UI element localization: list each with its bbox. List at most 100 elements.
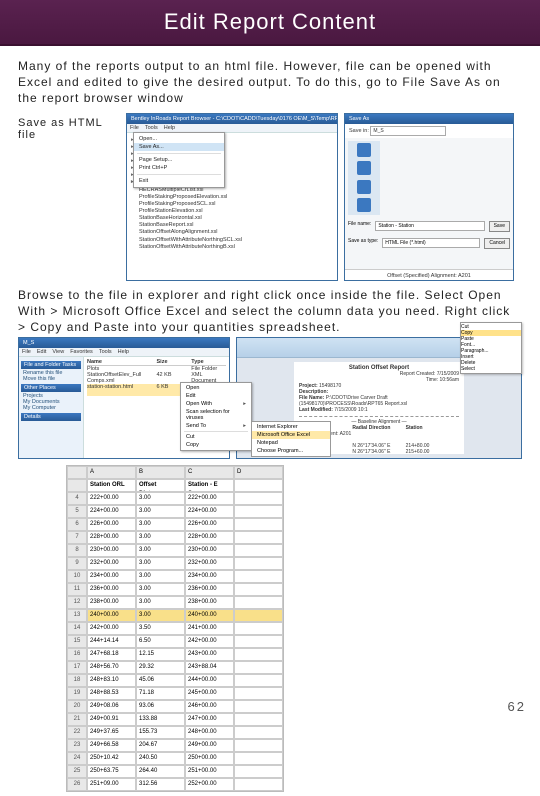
cell-value[interactable]: [234, 726, 283, 739]
cell-value[interactable]: 242+00.00: [87, 622, 136, 635]
cell-value[interactable]: 222+00.00: [185, 492, 234, 505]
cell-value[interactable]: [234, 583, 283, 596]
cell-value[interactable]: 3.00: [136, 531, 185, 544]
cell-value[interactable]: [234, 570, 283, 583]
row-number[interactable]: 6: [67, 518, 87, 531]
col-header[interactable]: C: [185, 466, 234, 479]
cell-value[interactable]: 264.40: [136, 765, 185, 778]
cell-value[interactable]: 3.00: [136, 557, 185, 570]
openwith-ie[interactable]: Internet Explorer: [252, 423, 330, 431]
cell-value[interactable]: 252+00.00: [185, 778, 234, 791]
tree-leaf[interactable]: ProfileStakingProposedSCL.xsl: [139, 201, 333, 208]
cell-value[interactable]: [234, 505, 283, 518]
row-number[interactable]: 12: [67, 596, 87, 609]
row-number[interactable]: 13: [67, 609, 87, 622]
cell-value[interactable]: 250+00.00: [185, 752, 234, 765]
tree-leaf[interactable]: ProfileStakingProposedElevation.xsl: [139, 194, 333, 201]
cell-value[interactable]: [234, 544, 283, 557]
type-input[interactable]: HTML File (*.html): [382, 238, 480, 248]
ctx-cut[interactable]: Cut: [181, 433, 251, 441]
menu-tools[interactable]: Tools: [145, 125, 158, 131]
cell-value[interactable]: 232+00.00: [185, 557, 234, 570]
openwith-notepad[interactable]: Notepad: [252, 439, 330, 447]
row-number[interactable]: 17: [67, 661, 87, 674]
cell-value[interactable]: 249+66.58: [87, 739, 136, 752]
save-button[interactable]: Save: [489, 221, 510, 232]
ctx-send-to[interactable]: Send To: [181, 422, 251, 430]
tree-leaf[interactable]: ProfileStationElevation.xsl: [139, 208, 333, 215]
cell-value[interactable]: 224+00.00: [185, 505, 234, 518]
cell-value[interactable]: 240+00.00: [87, 609, 136, 622]
row-number[interactable]: 10: [67, 570, 87, 583]
exp-menu-tools[interactable]: Tools: [99, 349, 112, 355]
cell-value[interactable]: 251+00.00: [185, 765, 234, 778]
cell-value[interactable]: 3.00: [136, 518, 185, 531]
cell-value[interactable]: 155.73: [136, 726, 185, 739]
cell-value[interactable]: 3.00: [136, 492, 185, 505]
row-number[interactable]: 20: [67, 700, 87, 713]
col-header[interactable]: B: [136, 466, 185, 479]
cell-value[interactable]: 3.00: [136, 570, 185, 583]
cell-value[interactable]: 3.00: [136, 596, 185, 609]
col-size[interactable]: Size: [157, 359, 192, 365]
row-number[interactable]: 23: [67, 739, 87, 752]
tree-leaf[interactable]: StationOffsetWithAttributeNorthingB.xsl: [139, 244, 333, 251]
cell-value[interactable]: 244+14.14: [87, 635, 136, 648]
row-number[interactable]: 15: [67, 635, 87, 648]
cell-value[interactable]: 204.67: [136, 739, 185, 752]
cell-value[interactable]: 228+00.00: [87, 531, 136, 544]
row-number[interactable]: 16: [67, 648, 87, 661]
cell-value[interactable]: 3.00: [136, 544, 185, 557]
row-number[interactable]: 18: [67, 674, 87, 687]
place-desktop-icon[interactable]: [357, 161, 371, 175]
cell-value[interactable]: 224+00.00: [87, 505, 136, 518]
cell-value[interactable]: 244+00.00: [185, 674, 234, 687]
cell-value[interactable]: 249+08.06: [87, 700, 136, 713]
cell-value[interactable]: [234, 531, 283, 544]
cell-value[interactable]: 45.06: [136, 674, 185, 687]
cell-value[interactable]: 226+00.00: [87, 518, 136, 531]
cell-value[interactable]: 3.00: [136, 505, 185, 518]
row-number[interactable]: 22: [67, 726, 87, 739]
exp-menu-file[interactable]: File: [22, 349, 31, 355]
menu-help[interactable]: Help: [164, 125, 175, 131]
exp-menu-help[interactable]: Help: [118, 349, 129, 355]
menu-item-exit[interactable]: Exit: [134, 177, 224, 185]
cell-value[interactable]: 248+88.53: [87, 687, 136, 700]
exp-menu-fav[interactable]: Favorites: [70, 349, 93, 355]
file-item[interactable]: StationOffsetElev_Full Comps.xml: [87, 372, 157, 384]
sidebar-item[interactable]: Move this file: [21, 376, 81, 382]
cell-value[interactable]: 248+00.00: [185, 726, 234, 739]
cell-value[interactable]: 238+00.00: [87, 596, 136, 609]
cell-value[interactable]: 222+00.00: [87, 492, 136, 505]
cell-value[interactable]: 250+63.75: [87, 765, 136, 778]
cell-value[interactable]: [234, 778, 283, 791]
cell-value[interactable]: 243+00.00: [185, 648, 234, 661]
cell-value[interactable]: [234, 648, 283, 661]
col-header[interactable]: A: [87, 466, 136, 479]
cell-value[interactable]: 230+00.00: [185, 544, 234, 557]
ctx-open[interactable]: Open: [181, 384, 251, 392]
cell-value[interactable]: 232+00.00: [87, 557, 136, 570]
row-number[interactable]: 19: [67, 687, 87, 700]
cell-value[interactable]: 228+00.00: [185, 531, 234, 544]
cell-value[interactable]: 238+00.00: [185, 596, 234, 609]
cell-value[interactable]: 251+09.00: [87, 778, 136, 791]
file-item-selected[interactable]: station-station.html: [87, 384, 157, 396]
cell-value[interactable]: [234, 635, 283, 648]
ctx-copy[interactable]: Copy: [181, 441, 251, 449]
row-number[interactable]: 11: [67, 583, 87, 596]
tree-leaf[interactable]: StationBaseReport.xsl: [139, 222, 333, 229]
openwith-excel[interactable]: Microsoft Office Excel: [252, 431, 330, 439]
row-number[interactable]: 4: [67, 492, 87, 505]
cell-value[interactable]: 249+37.65: [87, 726, 136, 739]
row-number[interactable]: 9: [67, 557, 87, 570]
wctx-select[interactable]: Select: [461, 366, 521, 372]
place-mydocs-icon[interactable]: [357, 180, 371, 194]
cell-value[interactable]: 246+00.00: [185, 700, 234, 713]
cell-value[interactable]: 245+00.00: [185, 687, 234, 700]
cancel-button[interactable]: Cancel: [484, 238, 510, 249]
cell-value[interactable]: [234, 609, 283, 622]
tree-leaf[interactable]: StationOffsetAlongAlignment.xsl: [139, 229, 333, 236]
ctx-scan[interactable]: Scan selection for viruses: [181, 408, 251, 422]
